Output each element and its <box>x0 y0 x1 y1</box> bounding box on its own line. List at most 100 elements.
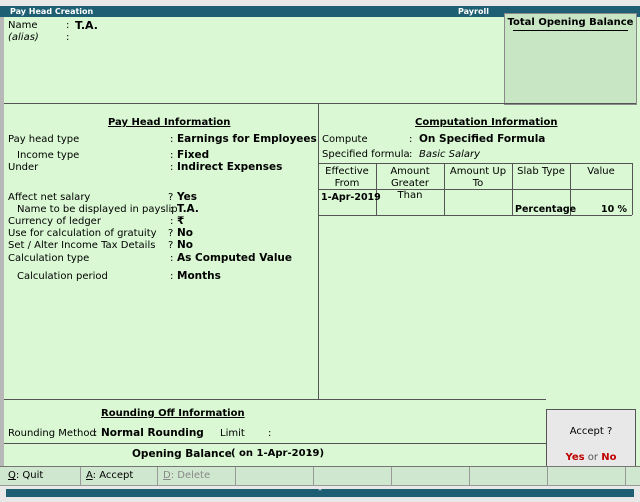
limit-field[interactable] <box>276 428 336 440</box>
pay-head-type-sep: : <box>170 134 174 145</box>
opening-balance-sep: : <box>308 448 312 459</box>
gratuity-label: Use for calculation of gratuity <box>8 228 157 239</box>
accept-choices: Yes or No <box>547 452 635 463</box>
alias-field[interactable] <box>75 32 275 43</box>
column-amount-up-to: Amount Up To <box>449 166 507 189</box>
accept-label: : Accept <box>92 470 134 481</box>
calculation-type-value[interactable]: As Computed Value <box>177 252 292 264</box>
accept-button[interactable]: A: Accept <box>80 467 158 485</box>
slab-row-slab-type[interactable]: Percentage <box>515 204 576 215</box>
rounding-method-label: Rounding Method <box>8 428 96 439</box>
rounding-method-value[interactable]: Normal Rounding <box>101 427 204 439</box>
bottom-button-bar: Q: Quit A: Accept D: Delete <box>0 466 640 485</box>
panel-divider <box>318 103 319 399</box>
currency-label: Currency of ledger <box>8 216 101 227</box>
pay-head-type-label: Pay head type <box>8 134 80 145</box>
slab-row-effective-from[interactable]: 1-Apr-2019 <box>321 192 381 203</box>
opening-balance-label: Opening Balance <box>132 448 232 460</box>
computation-information-title: Computation Information <box>415 117 558 128</box>
pay-head-creation-window: Pay Head Creation Payroll Name : T.A. (a… <box>0 0 640 502</box>
quit-button[interactable]: Q: Quit <box>0 467 81 485</box>
total-opening-balance-panel: Total Opening Balance <box>504 13 637 105</box>
income-type-label: Income type <box>17 150 80 161</box>
pay-head-information-title: Pay Head Information <box>108 117 231 128</box>
income-tax-sep: ? <box>168 240 174 251</box>
bottom-scroll-bar[interactable]: ˄ <box>0 485 640 502</box>
name-field[interactable]: T.A. <box>75 19 98 32</box>
column-value: Value <box>587 166 615 177</box>
under-sep: : <box>170 162 174 173</box>
pay-head-type-value[interactable]: Earnings for Employees <box>177 133 317 145</box>
empty-button-3 <box>391 467 470 485</box>
currency-sep: : <box>170 216 174 227</box>
specified-formula-sep: : <box>409 149 413 160</box>
affect-net-salary-value[interactable]: Yes <box>177 191 197 203</box>
compute-label: Compute <box>322 134 368 145</box>
slab-row-up-to[interactable] <box>445 192 511 204</box>
total-opening-balance-underline <box>513 30 628 31</box>
name-colon: : <box>66 20 70 31</box>
calculation-period-sep: : <box>170 271 174 282</box>
name-row[interactable]: Name <box>8 20 38 31</box>
alias-colon: : <box>66 32 70 43</box>
accept-or-text: or <box>587 452 599 463</box>
slab-col-divider-5 <box>632 163 633 215</box>
under-value[interactable]: Indirect Expenses <box>177 161 282 173</box>
quit-label: : Quit <box>15 470 44 481</box>
accept-key: A <box>86 470 93 481</box>
under-label: Under <box>8 162 39 173</box>
calculation-type-sep: : <box>170 253 174 264</box>
calculation-type-label: Calculation type <box>8 253 90 264</box>
empty-button-1 <box>235 467 314 485</box>
payslip-name-sep: : <box>170 204 174 215</box>
slab-table-row-border <box>318 215 632 216</box>
affect-net-salary-label: Affect net salary <box>8 192 91 203</box>
accept-question: Accept ? <box>569 426 613 437</box>
scroll-track[interactable]: ˄ <box>6 488 634 499</box>
specified-formula-value[interactable]: Basic Salary <box>419 149 480 160</box>
opening-balance-field[interactable] <box>318 447 518 460</box>
limit-sep: : <box>268 428 272 439</box>
accept-no-button[interactable]: No <box>601 452 616 463</box>
gratuity-value[interactable]: No <box>177 227 193 239</box>
accept-yes-button[interactable]: Yes <box>566 452 585 463</box>
income-type-sep: : <box>170 150 174 161</box>
slab-row-value[interactable]: 10 % <box>571 204 627 215</box>
empty-button-2 <box>313 467 392 485</box>
income-tax-label: Set / Alter Income Tax Details <box>8 240 156 251</box>
slab-table-top-border <box>318 163 632 164</box>
calculation-period-value[interactable]: Months <box>177 270 221 282</box>
payslip-name-value[interactable]: T.A. <box>177 203 199 215</box>
column-slab-type: Slab Type <box>517 166 565 177</box>
quit-key: Q <box>8 470 16 481</box>
specified-formula-label: Specified formula <box>322 149 410 160</box>
name-label: Name <box>8 20 38 31</box>
currency-value[interactable]: ₹ <box>177 215 184 227</box>
header-divider <box>4 103 636 104</box>
delete-key: D <box>163 470 171 481</box>
gratuity-sep: ? <box>168 228 174 239</box>
empty-button-4 <box>469 467 548 485</box>
slab-row-greater-than[interactable] <box>377 192 443 204</box>
empty-button-5 <box>547 467 626 485</box>
compute-value[interactable]: On Specified Formula <box>419 133 545 145</box>
income-type-value[interactable]: Fixed <box>177 149 209 161</box>
rounding-information-title: Rounding Off Information <box>101 408 245 419</box>
total-opening-balance-title: Total Opening Balance <box>507 17 634 28</box>
rounding-method-sep: : <box>94 428 98 439</box>
window-title: Pay Head Creation <box>10 7 94 16</box>
limit-label: Limit <box>220 428 245 439</box>
payslip-name-label: Name to be displayed in payslip <box>17 204 178 215</box>
calculation-period-label: Calculation period <box>17 271 108 282</box>
accept-dialog: Accept ? Yes or No <box>546 409 636 467</box>
section-title: Payroll <box>458 7 489 16</box>
column-effective-from: Effective From <box>325 166 369 189</box>
compute-sep: : <box>409 134 413 145</box>
opening-balance-divider <box>4 443 546 444</box>
affect-net-salary-sep: ? <box>168 192 174 203</box>
income-tax-value[interactable]: No <box>177 239 193 251</box>
delete-button[interactable]: D: Delete <box>157 467 236 485</box>
rounding-divider <box>4 399 546 400</box>
delete-label: : Delete <box>170 470 211 481</box>
chevron-up-icon[interactable]: ˄ <box>6 488 634 499</box>
